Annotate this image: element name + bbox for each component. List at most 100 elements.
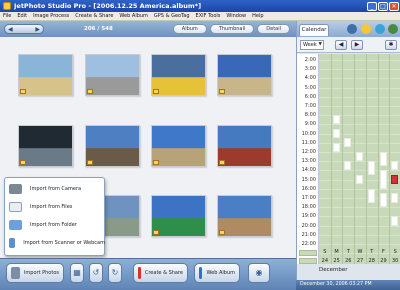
globe-icon[interactable] — [375, 24, 385, 34]
photo-thumbnail[interactable] — [151, 195, 206, 237]
tab-detail[interactable]: Detail — [257, 24, 290, 34]
weekday-label: T — [346, 249, 350, 255]
day-number[interactable]: 28 — [366, 258, 378, 265]
menu-bar: File Edit Image Process Create & Share W… — [0, 12, 400, 21]
selected-photo-block[interactable] — [391, 175, 399, 185]
tab-album[interactable]: Album — [172, 24, 207, 34]
bottom-toolbar: Import Photos ▦ ↺ ↻ Create & Share Web A… — [0, 258, 296, 290]
back-arrow-icon[interactable]: ◀ — [8, 26, 13, 33]
photo-flag-icon — [219, 230, 225, 235]
photo-counter: 206 / 548 — [84, 26, 113, 32]
files-icon — [9, 202, 22, 212]
import-camera-item[interactable]: Import from Camera — [9, 182, 105, 196]
photo-time-block[interactable] — [332, 142, 340, 152]
photo-thumbnail[interactable] — [85, 125, 140, 167]
minimize-button[interactable]: _ — [367, 1, 377, 11]
photo-time-block[interactable] — [367, 161, 375, 175]
photo-time-block[interactable] — [344, 161, 352, 171]
import-files-item[interactable]: Import from Files — [9, 200, 105, 214]
menu-gps-geotag[interactable]: GPS & GeoTag — [154, 13, 190, 19]
photo-time-block[interactable] — [379, 152, 387, 166]
weekday-label: W — [357, 249, 363, 255]
web-album-button[interactable]: Web Album — [194, 263, 240, 283]
photo-thumbnail[interactable] — [18, 54, 73, 96]
photo-thumbnail[interactable] — [18, 125, 73, 167]
photo-flag-icon — [87, 160, 93, 165]
import-scanner-item[interactable]: Import from Scanner or Webcam — [9, 236, 105, 250]
tab-calendar[interactable]: Calendar — [299, 24, 329, 36]
photo-time-block[interactable] — [332, 115, 340, 125]
photo-thumbnail[interactable] — [217, 195, 272, 237]
day-columns[interactable] — [319, 54, 400, 264]
day-number[interactable]: 25 — [331, 258, 343, 265]
calendar-panel: Calendar Week ▼ ◀ ▶ ✱ 2:00 3:00 4:00 5:00 6:… — [296, 21, 400, 290]
hour-label: 16:00 — [301, 185, 316, 192]
day-number[interactable]: 26 — [342, 258, 354, 265]
menu-window[interactable]: Window — [226, 13, 246, 19]
day-number[interactable]: 29 — [378, 258, 390, 265]
day-number[interactable]: 24 — [319, 258, 331, 265]
menu-help[interactable]: Help — [252, 13, 263, 19]
photo-time-block[interactable] — [356, 175, 364, 185]
photo-time-block[interactable] — [391, 216, 399, 226]
photo-thumbnail[interactable] — [217, 125, 272, 167]
map-icon[interactable] — [388, 24, 398, 34]
menu-exif-tools[interactable]: EXIF Tools — [196, 13, 221, 19]
calendar-box-2 — [299, 258, 317, 264]
select-all-button[interactable]: ▦ — [70, 263, 84, 283]
globe-button[interactable]: ◉ — [248, 263, 270, 283]
info-icon[interactable] — [347, 24, 357, 34]
menu-image-process[interactable]: Image Process — [33, 13, 69, 19]
photo-thumbnail[interactable] — [217, 54, 272, 96]
hour-label: 6:00 — [304, 93, 316, 100]
photo-time-block[interactable] — [379, 170, 387, 189]
menu-create-share[interactable]: Create & Share — [75, 13, 113, 19]
hour-label: 15:00 — [301, 176, 316, 183]
hour-label: 9:00 — [304, 121, 316, 128]
create-share-button[interactable]: Create & Share — [133, 263, 188, 283]
tab-thumbnail[interactable]: Thumbnail — [209, 24, 255, 34]
import-photos-button[interactable]: Import Photos — [6, 263, 64, 283]
photo-flag-icon — [87, 89, 93, 94]
hour-label: 8:00 — [304, 112, 316, 119]
photo-time-block[interactable] — [391, 193, 399, 203]
photo-thumbnail[interactable] — [151, 54, 206, 96]
photo-time-block[interactable] — [332, 129, 340, 139]
day-gridline — [389, 54, 391, 264]
import-camera-label: Import from Camera — [30, 186, 82, 192]
photo-thumbnail[interactable] — [85, 54, 140, 96]
photo-time-block[interactable] — [379, 193, 387, 208]
hour-column: 2:00 3:00 4:00 5:00 6:00 7:00 8:00 9:00 10:00 11:… — [297, 54, 319, 264]
close-button[interactable]: ✕ — [389, 1, 399, 11]
prev-week-button[interactable]: ◀ — [335, 40, 347, 50]
day-gridline — [330, 54, 332, 264]
calendar-settings-button[interactable]: ✱ — [385, 40, 397, 50]
photo-time-block[interactable] — [367, 188, 375, 203]
day-gridline — [377, 54, 379, 264]
photo-flag-icon — [219, 160, 225, 165]
photo-flag-icon — [219, 89, 225, 94]
import-folder-item[interactable]: Import from Folder — [9, 218, 105, 232]
photo-time-block[interactable] — [356, 152, 364, 162]
menu-file[interactable]: File — [3, 13, 11, 19]
photo-thumbnail[interactable] — [151, 125, 206, 167]
weekday-label: T — [370, 249, 374, 255]
view-select[interactable]: Week ▼ — [300, 40, 324, 50]
rotate-right-button[interactable]: ↻ — [108, 263, 122, 283]
menu-web-album[interactable]: Web Album — [119, 13, 148, 19]
import-photos-label: Import Photos — [23, 270, 59, 276]
hour-label: 7:00 — [304, 103, 316, 109]
photo-time-block[interactable] — [344, 138, 352, 148]
hour-label: 17:00 — [301, 195, 316, 201]
rotate-left-button[interactable]: ↺ — [89, 263, 103, 283]
day-number[interactable]: 27 — [354, 258, 366, 265]
day-gridline — [354, 54, 356, 264]
import-folder-label: Import from Folder — [30, 222, 77, 228]
maximize-button[interactable]: □ — [378, 1, 388, 11]
day-number[interactable]: 30 — [389, 258, 400, 265]
star-icon[interactable] — [361, 24, 371, 34]
photo-time-block[interactable] — [391, 161, 399, 171]
menu-edit[interactable]: Edit — [17, 13, 27, 19]
next-week-button[interactable]: ▶ — [351, 40, 363, 50]
forward-arrow-icon[interactable]: ▶ — [35, 26, 40, 33]
